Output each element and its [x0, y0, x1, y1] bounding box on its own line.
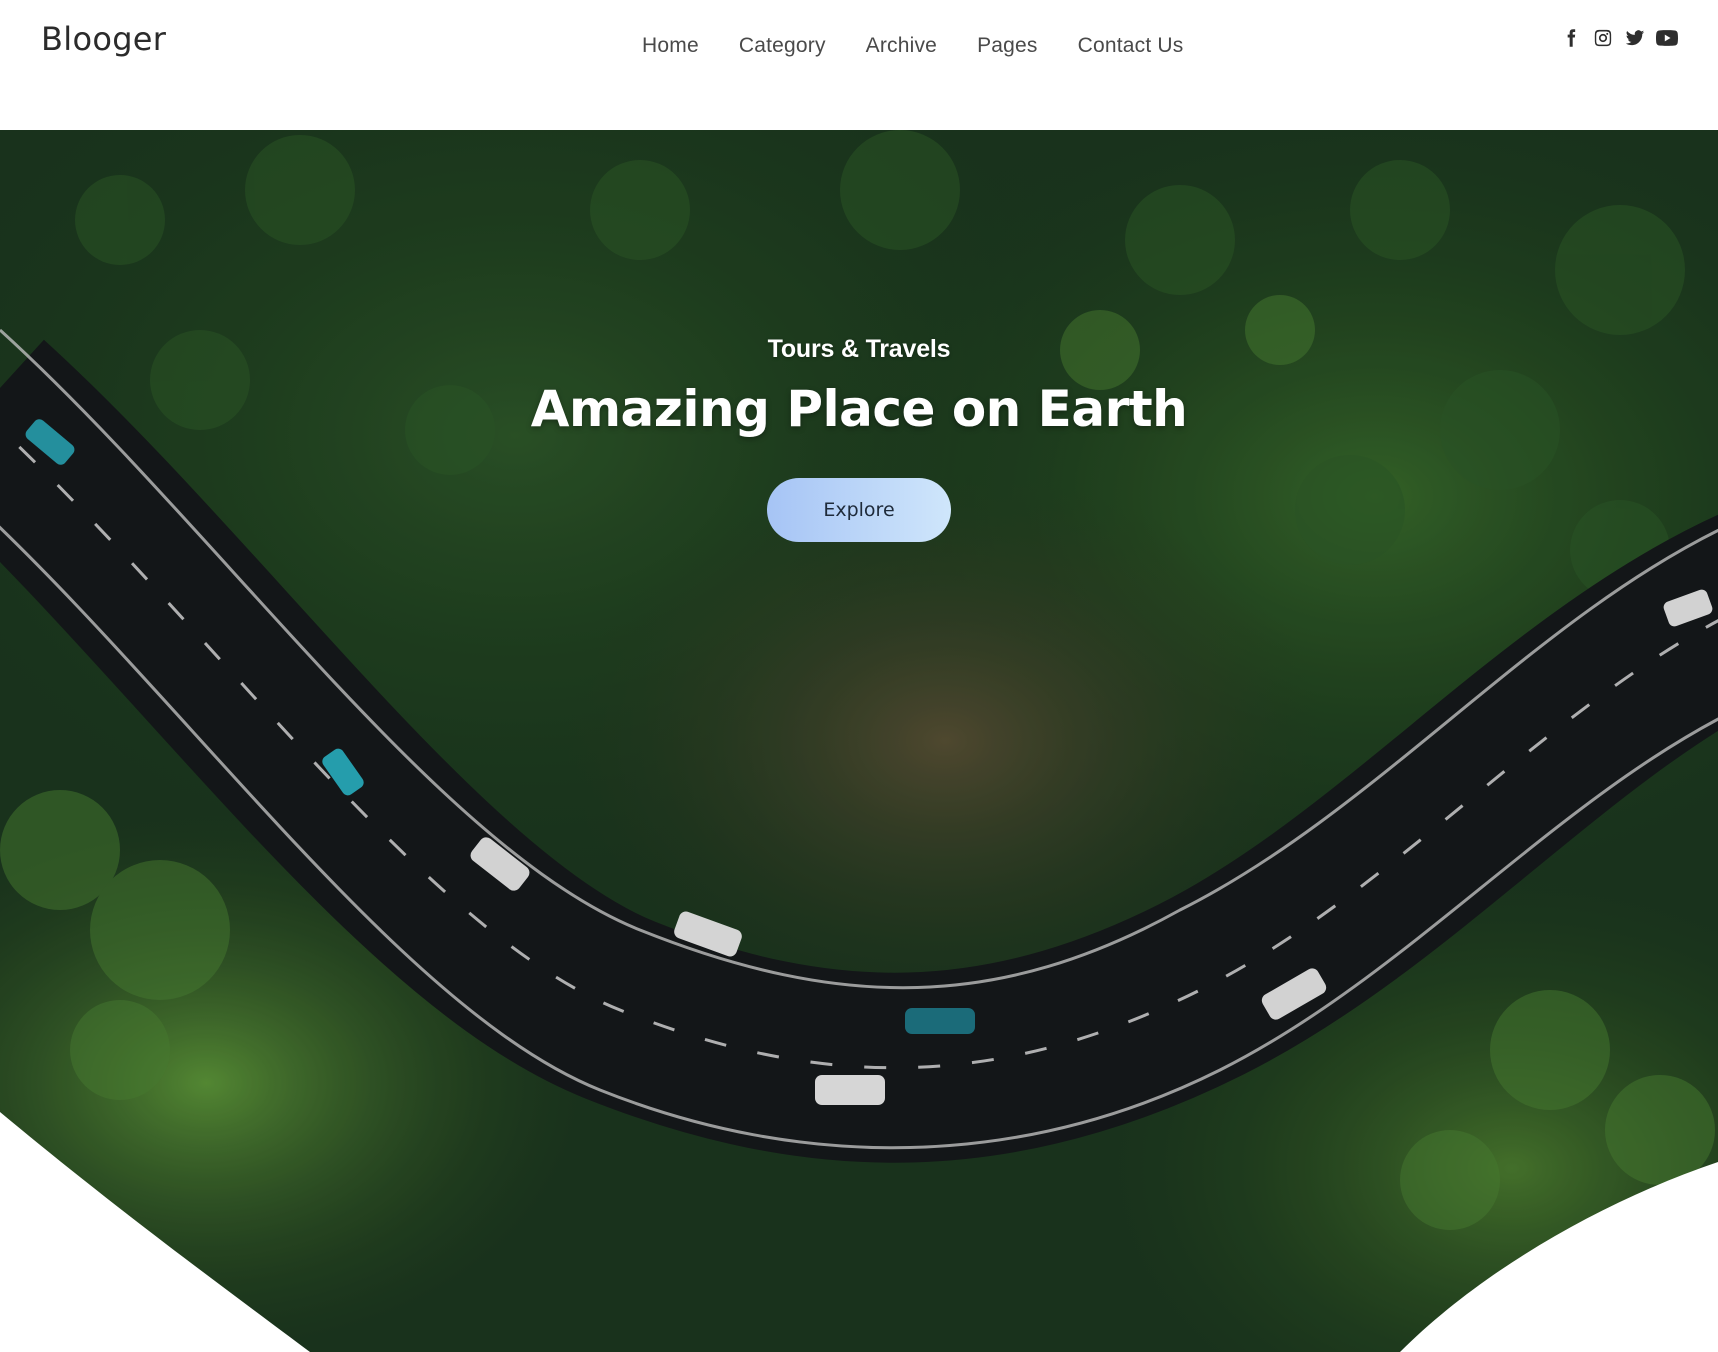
site-logo[interactable]: Blooger [41, 20, 166, 58]
hero-bottom-wave [0, 1112, 1718, 1352]
social-links [1560, 27, 1678, 49]
explore-button[interactable]: Explore [767, 478, 951, 542]
hero-content: Tours & Travels Amazing Place on Earth E… [0, 335, 1718, 542]
nav-archive-link[interactable]: Archive [866, 34, 937, 58]
hero-section: Tours & Travels Amazing Place on Earth E… [0, 130, 1718, 1352]
nav-contact-link[interactable]: Contact Us [1078, 34, 1184, 58]
nav-home-link[interactable]: Home [642, 34, 699, 58]
hero-title: Amazing Place on Earth [530, 380, 1188, 438]
site-header: Blooger Home Category Archive Pages Cont… [0, 0, 1718, 130]
youtube-icon[interactable] [1656, 27, 1678, 49]
twitter-icon[interactable] [1624, 27, 1646, 49]
hero-kicker: Tours & Travels [767, 335, 951, 363]
nav-category-link[interactable]: Category [739, 34, 826, 58]
facebook-icon[interactable] [1560, 27, 1582, 49]
main-nav: Home Category Archive Pages Contact Us [642, 34, 1184, 58]
instagram-icon[interactable] [1592, 27, 1614, 49]
nav-pages-link[interactable]: Pages [977, 34, 1038, 58]
